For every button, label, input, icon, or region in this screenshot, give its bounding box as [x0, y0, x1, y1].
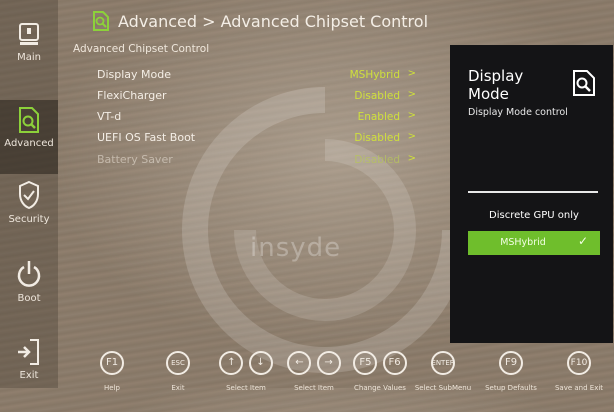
footer-keybar: F1 Help ESC Exit ↑ ↓ Select Item ← → Sel… [0, 345, 614, 392]
setting-value[interactable]: Disabled [354, 132, 400, 144]
setting-label: Display Mode [97, 68, 172, 81]
setting-flexicharger[interactable]: FlexiCharger Disabled > [97, 89, 420, 107]
chevron-right-icon: > [407, 153, 416, 164]
setting-value[interactable]: Disabled [354, 90, 400, 102]
chevron-right-icon: > [407, 131, 416, 142]
sidebar-item-label: Main [17, 52, 41, 63]
sidebar-item-boot[interactable]: Boot [0, 259, 58, 333]
setting-label: UEFI OS Fast Boot [97, 131, 196, 144]
chevron-right-icon: > [407, 89, 416, 100]
key-label: Save and Exit [554, 384, 604, 392]
page-title: Advanced > Advanced Chipset Control [118, 11, 429, 31]
setting-label: VT-d [97, 110, 122, 123]
f6-key-icon: F6 [382, 350, 407, 375]
chevron-right-icon: > [407, 110, 416, 121]
key-save-and-exit[interactable]: F10 Save and Exit [548, 350, 610, 392]
esc-key-icon: ESC [166, 351, 190, 375]
setting-battery-saver[interactable]: Battery Saver Disabled > [97, 153, 420, 171]
checkmark-icon: ✓ [577, 234, 588, 248]
divider [468, 191, 598, 193]
f10-key-icon: F10 [567, 351, 591, 375]
f1-key-icon: F1 [100, 350, 124, 375]
arrow-up-icon: ↑ [219, 350, 244, 375]
setting-value[interactable]: Enabled [358, 111, 400, 123]
setting-value[interactable]: Disabled [354, 154, 400, 166]
help-panel: Display Mode Display Mode control Discre… [450, 45, 613, 343]
setting-label: FlexiCharger [97, 89, 167, 102]
chevron-right-icon: > [407, 68, 416, 79]
option-discrete-gpu-only[interactable]: Discrete GPU only [468, 210, 600, 221]
setting-vt-d[interactable]: VT-d Enabled > [97, 110, 420, 128]
sidebar: Main Advanced Security Boot Exit [0, 0, 58, 388]
shield-icon [19, 180, 39, 210]
magnify-document-icon [573, 70, 595, 96]
sidebar-item-label: Boot [17, 293, 41, 304]
sidebar-item-security[interactable]: Security [0, 180, 58, 254]
setting-uefi-os-fast-boot[interactable]: UEFI OS Fast Boot Disabled > [97, 131, 420, 149]
key-select-item-horizontal[interactable]: ← → Select Item [283, 350, 345, 392]
arrow-right-icon: → [316, 350, 341, 375]
key-select-item-vertical[interactable]: ↑ ↓ Select Item [215, 350, 277, 392]
section-title: Advanced Chipset Control [73, 43, 210, 55]
advanced-icon [19, 107, 39, 133]
key-help[interactable]: F1 Help [98, 350, 126, 392]
f9-key-icon: F9 [499, 350, 523, 375]
magnify-document-icon [93, 11, 109, 31]
setting-label: Battery Saver [97, 153, 173, 166]
enter-key-icon: ENTER [431, 351, 455, 375]
key-setup-defaults[interactable]: F9 Setup Defaults [480, 350, 542, 392]
key-label: Select SubMenu [414, 384, 472, 392]
sidebar-item-label: Advanced [4, 138, 54, 149]
key-select-submenu[interactable]: ENTER Select SubMenu [413, 350, 473, 392]
sidebar-item-label: Security [8, 214, 50, 225]
f5-key-icon: F5 [353, 350, 378, 375]
main-icon [19, 23, 39, 45]
sidebar-item-advanced[interactable]: Advanced [0, 100, 58, 174]
help-description: Display Mode control [468, 107, 568, 118]
power-icon [17, 261, 41, 287]
arrow-down-icon: ↓ [248, 350, 273, 375]
key-exit[interactable]: ESC Exit [163, 350, 193, 392]
breadcrumb: Advanced > Advanced Chipset Control [92, 8, 428, 34]
key-change-values[interactable]: F5 F6 Change Values [349, 350, 411, 392]
help-title: Display Mode [468, 67, 524, 103]
option-mshybrid-selected[interactable]: MSHybrid ✓ [468, 231, 600, 255]
insyde-watermark-text: insyde [250, 233, 342, 263]
option-label: MSHybrid [500, 237, 546, 248]
sidebar-item-main[interactable]: Main [0, 22, 58, 96]
arrow-left-icon: ← [287, 350, 312, 375]
setting-display-mode[interactable]: Display Mode MSHybrid > [97, 68, 420, 86]
key-label: Exit [171, 384, 185, 392]
setting-value[interactable]: MSHybrid [350, 69, 400, 81]
